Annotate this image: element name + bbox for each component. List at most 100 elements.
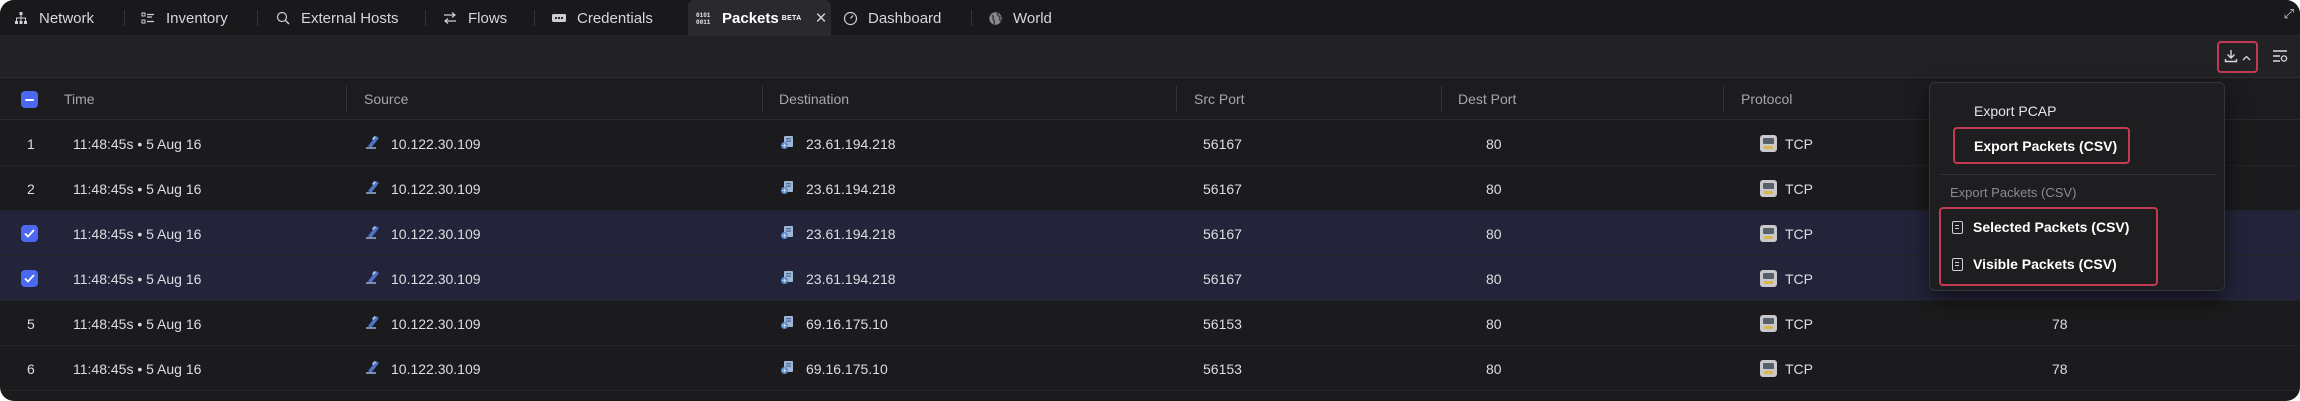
tab-credentials[interactable]: Credentials	[551, 0, 653, 36]
export-pcap-item[interactable]: Export PCAP	[1974, 103, 2056, 119]
column-resize-handle[interactable]	[1441, 86, 1442, 112]
cell-destination: 23.61.194.218	[780, 256, 896, 301]
tab-flows[interactable]: Flows	[442, 0, 507, 36]
row-number: 2	[27, 180, 35, 197]
protocol-icon	[1760, 135, 1777, 152]
dashboard-icon	[842, 10, 858, 26]
protocol-icon	[1760, 270, 1777, 287]
protocol-label: TCP	[1785, 360, 1813, 377]
tab-label: External Hosts	[301, 9, 399, 27]
protocol-label: TCP	[1785, 225, 1813, 242]
table-row[interactable]: 6 11:48:45s • 5 Aug 16 10.122.30.109 69.16.…	[0, 346, 2300, 391]
column-header-dest-port[interactable]: Dest Port	[1458, 78, 1516, 120]
select-all-checkbox[interactable]	[21, 91, 38, 108]
cell-source: 10.122.30.109	[365, 346, 481, 391]
beta-badge: BETA	[781, 14, 802, 22]
tab-label: World	[1013, 9, 1052, 27]
toolbar	[0, 36, 2300, 78]
protocol-label: TCP	[1785, 135, 1813, 152]
column-header-protocol[interactable]: Protocol	[1741, 78, 1792, 120]
cell-time: 11:48:45s • 5 Aug 16	[73, 270, 202, 287]
tab-divider	[257, 10, 258, 26]
expand-icon[interactable]: ⤢	[2284, 6, 2294, 22]
cell-dest-port: 80	[1486, 135, 1502, 152]
laptop-icon	[365, 359, 391, 378]
cell-dest-port: 80	[1486, 180, 1502, 197]
column-resize-handle[interactable]	[346, 86, 347, 112]
source-ip: 10.122.30.109	[391, 180, 481, 197]
cell-destination: 69.16.175.10	[780, 346, 888, 391]
protocol-icon	[1760, 315, 1777, 332]
cell-source: 10.122.30.109	[365, 121, 481, 166]
cell-destination: 23.61.194.218	[780, 166, 896, 211]
column-resize-handle[interactable]	[1176, 86, 1177, 112]
cell-dest-port: 80	[1486, 270, 1502, 287]
server-icon	[780, 359, 806, 378]
source-ip: 10.122.30.109	[391, 225, 481, 242]
protocol-label: TCP	[1785, 270, 1813, 287]
column-settings-icon[interactable]	[2271, 47, 2291, 67]
inventory-icon	[140, 10, 156, 26]
table-row[interactable]: 5 11:48:45s • 5 Aug 16 10.122.30.109 69.16.…	[0, 301, 2300, 346]
cell-time: 11:48:45s • 5 Aug 16	[73, 315, 202, 332]
column-header-time[interactable]: Time	[64, 78, 95, 120]
cell-protocol: TCP	[1760, 301, 1813, 346]
column-header-destination[interactable]: Destination	[779, 78, 849, 120]
cell-src-port: 56167	[1203, 180, 1242, 197]
cell-extra: 78	[2052, 315, 2068, 332]
laptop-icon	[365, 269, 391, 288]
column-header-source[interactable]: Source	[364, 78, 408, 120]
tab-network[interactable]: Network	[13, 0, 94, 36]
tab-divider	[124, 10, 125, 26]
tab-divider	[534, 10, 535, 26]
cell-time: 11:48:45s • 5 Aug 16	[73, 180, 202, 197]
selected-packets-label: Selected Packets (CSV)	[1973, 219, 2130, 235]
tab-divider	[971, 10, 972, 26]
server-icon	[780, 179, 806, 198]
column-resize-handle[interactable]	[762, 86, 763, 112]
download-icon	[2224, 49, 2238, 66]
svg-text:0101: 0101	[696, 12, 711, 19]
tab-label: Packets	[722, 9, 779, 27]
cell-dest-port: 80	[1486, 360, 1502, 377]
protocol-label: TCP	[1785, 180, 1813, 197]
laptop-icon	[365, 314, 391, 333]
close-icon[interactable]: ×	[815, 9, 826, 28]
server-icon	[780, 134, 806, 153]
tab-label: Dashboard	[868, 9, 942, 27]
menu-divider	[1940, 174, 2216, 175]
source-ip: 10.122.30.109	[391, 360, 481, 377]
tab-bar: Network Inventory External Hosts Flows C…	[0, 0, 2300, 36]
laptop-icon	[365, 224, 391, 243]
visible-packets-csv-item[interactable]: Visible Packets (CSV)	[1952, 256, 2117, 272]
destination-ip: 23.61.194.218	[806, 270, 896, 287]
tab-dashboard[interactable]: Dashboard	[842, 0, 941, 36]
cell-src-port: 56167	[1203, 135, 1242, 152]
tab-divider	[425, 10, 426, 26]
row-checkbox[interactable]	[21, 270, 38, 287]
tab-packets[interactable]: 0101 0011 Packets BETA ×	[688, 0, 831, 36]
row-number: 5	[27, 315, 35, 332]
server-icon	[780, 224, 806, 243]
chevron-up-icon	[2242, 50, 2251, 64]
protocol-label: TCP	[1785, 315, 1813, 332]
cell-time: 11:48:45s • 5 Aug 16	[73, 225, 202, 242]
column-header-src-port[interactable]: Src Port	[1194, 78, 1245, 120]
tab-label: Credentials	[577, 9, 653, 27]
tab-inventory[interactable]: Inventory	[140, 0, 228, 36]
network-icon	[13, 10, 29, 26]
tab-world[interactable]: World	[987, 0, 1052, 36]
export-button[interactable]	[2217, 41, 2258, 73]
destination-ip: 23.61.194.218	[806, 135, 896, 152]
tab-external-hosts[interactable]: External Hosts	[275, 0, 399, 36]
row-checkbox[interactable]	[21, 225, 38, 242]
file-icon	[1952, 221, 1963, 234]
tab-label: Network	[39, 9, 95, 27]
column-resize-handle[interactable]	[1723, 86, 1724, 112]
cell-time: 11:48:45s • 5 Aug 16	[73, 135, 202, 152]
export-dropdown-menu: Export PCAP Export Packets (CSV) Export …	[1929, 82, 2225, 291]
export-packets-csv-item[interactable]: Export Packets (CSV)	[1974, 138, 2117, 154]
server-icon	[780, 269, 806, 288]
selected-packets-csv-item[interactable]: Selected Packets (CSV)	[1952, 219, 2129, 235]
app-window: Network Inventory External Hosts Flows C…	[0, 0, 2300, 401]
